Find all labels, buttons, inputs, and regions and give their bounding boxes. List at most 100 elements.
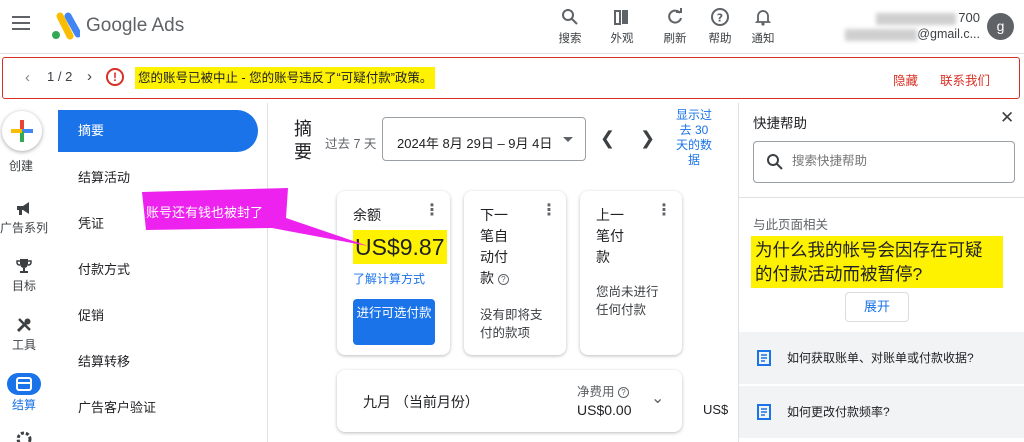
tool-label: 帮助 bbox=[708, 33, 732, 45]
document-icon bbox=[757, 350, 771, 366]
document-icon bbox=[757, 404, 771, 420]
rail-item-goals[interactable]: 目标 bbox=[0, 256, 48, 294]
help-link-text: 如何更改付款频率? bbox=[787, 405, 890, 419]
refresh-tool-button[interactable]: 刷新 bbox=[653, 6, 697, 46]
caret-down-icon bbox=[563, 137, 573, 142]
expand-button[interactable]: 展开 bbox=[845, 292, 909, 322]
next-payment-note: 没有即将支付的款项 bbox=[480, 308, 543, 340]
google-ads-logo[interactable] bbox=[50, 12, 82, 40]
help-link-item[interactable]: 如何获取账单、对账单或付款收据? bbox=[739, 332, 1024, 384]
help-tool-button[interactable]: ? 帮助 bbox=[698, 6, 742, 46]
error-icon: ! bbox=[106, 68, 124, 86]
rail-item-label: 结算 bbox=[11, 398, 36, 412]
date-range-label: 过去 7 天 bbox=[325, 137, 377, 151]
account-email[interactable]: @gmail.c... bbox=[830, 27, 980, 41]
last-payment-note: 您尚未进行任何付款 bbox=[596, 285, 659, 317]
subnav-item-advertiser-verification[interactable]: 广告客户验证 bbox=[58, 387, 258, 429]
subnav-item-promotions[interactable]: 促销 bbox=[58, 295, 258, 337]
create-label: 创建 bbox=[8, 159, 33, 173]
search-tool-button[interactable]: 搜索 bbox=[548, 6, 592, 46]
help-search-input[interactable] bbox=[792, 154, 1002, 168]
rail-item-label: 目标 bbox=[11, 279, 36, 293]
hide-alert-button[interactable]: 隐藏 bbox=[893, 70, 918, 89]
chevron-right-icon[interactable]: ❯ bbox=[640, 128, 655, 149]
more-vert-icon[interactable]: ⋮ bbox=[424, 203, 440, 219]
more-vert-icon[interactable]: ⋮ bbox=[656, 203, 672, 219]
notifications-tool-button[interactable]: 通知 bbox=[741, 6, 785, 46]
chevron-right-icon[interactable]: › bbox=[87, 68, 92, 85]
alert-message: 您的账号已被中止 - 您的账号违反了“可疑付款”政策。 bbox=[135, 67, 436, 89]
app-title: Google Ads bbox=[86, 15, 185, 36]
help-icon: ? bbox=[711, 8, 729, 26]
date-range-value: 2024年 8月 29日 – 9月 4日 bbox=[397, 136, 553, 151]
help-link-text: 如何获取账单、对账单或付款收据? bbox=[787, 351, 974, 365]
rail-item-campaigns[interactable]: 广告系列 bbox=[0, 198, 48, 236]
divider bbox=[739, 197, 1024, 198]
help-panel-title: 快捷帮助 bbox=[753, 116, 807, 131]
menu-icon[interactable] bbox=[12, 16, 30, 34]
rail-item-label: 广告系列 bbox=[0, 221, 49, 235]
chevron-left-icon[interactable]: ❮ bbox=[600, 128, 615, 149]
show-30-days-link[interactable]: 显示过去 30 天的数据 bbox=[672, 108, 716, 168]
account-id[interactable]: 700 bbox=[830, 10, 980, 25]
clipped-value: US$ bbox=[703, 402, 729, 417]
current-month-card[interactable]: 九月 （当前月份） 净费用 ? US$0.00 ⌄ bbox=[337, 370, 682, 432]
rail-item-label: 工具 bbox=[11, 338, 36, 352]
redacted-block bbox=[845, 28, 918, 41]
last-payment-title: 上一笔付款 bbox=[596, 207, 624, 265]
svg-text:?: ? bbox=[717, 12, 723, 25]
annotation-text: 账号还有钱也被封了 bbox=[146, 205, 264, 220]
related-label: 与此页面相关 bbox=[753, 218, 829, 232]
rail-item-billing[interactable]: 结算 bbox=[0, 373, 48, 413]
net-cost-label: 净费用 ? bbox=[577, 381, 629, 400]
contact-us-link[interactable]: 联系我们 bbox=[940, 70, 990, 89]
rail-item-settings[interactable] bbox=[0, 429, 48, 442]
appearance-tool-button[interactable]: 外观 bbox=[600, 6, 644, 46]
search-icon bbox=[767, 154, 783, 170]
appearance-icon bbox=[614, 10, 628, 25]
tool-label: 刷新 bbox=[663, 33, 687, 45]
subnav-item-billing-transfer[interactable]: 结算转移 bbox=[58, 341, 258, 383]
top-bar: Google Ads 搜索 外观 刷新 ? 帮助 通知 700 @gmail.c… bbox=[0, 0, 1024, 54]
trophy-icon bbox=[16, 259, 32, 273]
redacted-block bbox=[876, 12, 957, 25]
tool-label: 搜索 bbox=[558, 33, 582, 45]
subnav-item-payment-methods[interactable]: 付款方式 bbox=[58, 249, 258, 291]
avatar[interactable]: g bbox=[987, 13, 1014, 40]
more-vert-icon[interactable]: ⋮ bbox=[541, 203, 557, 219]
make-payment-button[interactable]: 进行可选付款 bbox=[353, 299, 435, 345]
billing-subnav: 摘要 结算活动 凭证 付款方式 促销 结算转移 广告客户验证 bbox=[58, 103, 268, 442]
plus-icon bbox=[11, 120, 33, 142]
next-payment-title: 下一笔自动付款 ? bbox=[480, 207, 509, 286]
month-title: 九月 （当前月份） bbox=[363, 394, 479, 410]
page-title: 摘要 bbox=[294, 119, 312, 162]
tool-label: 外观 bbox=[610, 33, 634, 45]
left-rail: 创建 广告系列 目标 工具 结算 bbox=[0, 103, 52, 442]
refresh-icon bbox=[668, 8, 682, 24]
last-payment-card: 上一笔付款 ⋮ bbox=[580, 191, 682, 355]
help-link-item[interactable]: 如何更改付款频率? bbox=[739, 386, 1024, 438]
chevron-down-icon[interactable]: ⌄ bbox=[651, 388, 664, 408]
help-icon[interactable]: ? bbox=[618, 387, 629, 399]
alert-page-count: 1 / 2 bbox=[47, 69, 73, 84]
rail-item-tools[interactable]: 工具 bbox=[0, 315, 48, 353]
annotation-callout bbox=[142, 188, 368, 246]
gear-icon bbox=[16, 431, 32, 442]
quick-help-panel: 快捷帮助 ✕ 与此页面相关 为什么我的帐号会因存在可疑的付款活动而被暂停? 展开… bbox=[738, 103, 1024, 442]
suspension-alert-banner: ‹ 1 / 2 › ! 您的账号已被中止 - 您的账号违反了“可疑付款”政策。 … bbox=[2, 57, 1020, 99]
close-icon[interactable]: ✕ bbox=[1000, 108, 1014, 128]
subnav-item-summary[interactable]: 摘要 bbox=[58, 110, 258, 152]
learn-calculation-link[interactable]: 了解计算方式 bbox=[353, 270, 425, 287]
search-icon bbox=[562, 9, 578, 25]
tools-icon bbox=[16, 318, 31, 333]
help-icon[interactable]: ? bbox=[497, 273, 509, 285]
net-cost-value: US$0.00 bbox=[577, 402, 632, 418]
date-range-select[interactable]: 2024年 8月 29日 – 9月 4日 bbox=[382, 117, 586, 161]
bell-icon bbox=[754, 10, 772, 26]
create-button[interactable] bbox=[2, 111, 42, 151]
megaphone-icon bbox=[17, 202, 29, 215]
help-search-box[interactable] bbox=[753, 141, 1015, 183]
chevron-left-icon[interactable]: ‹ bbox=[25, 69, 30, 86]
tool-label: 通知 bbox=[751, 33, 775, 45]
billing-icon bbox=[16, 377, 32, 391]
